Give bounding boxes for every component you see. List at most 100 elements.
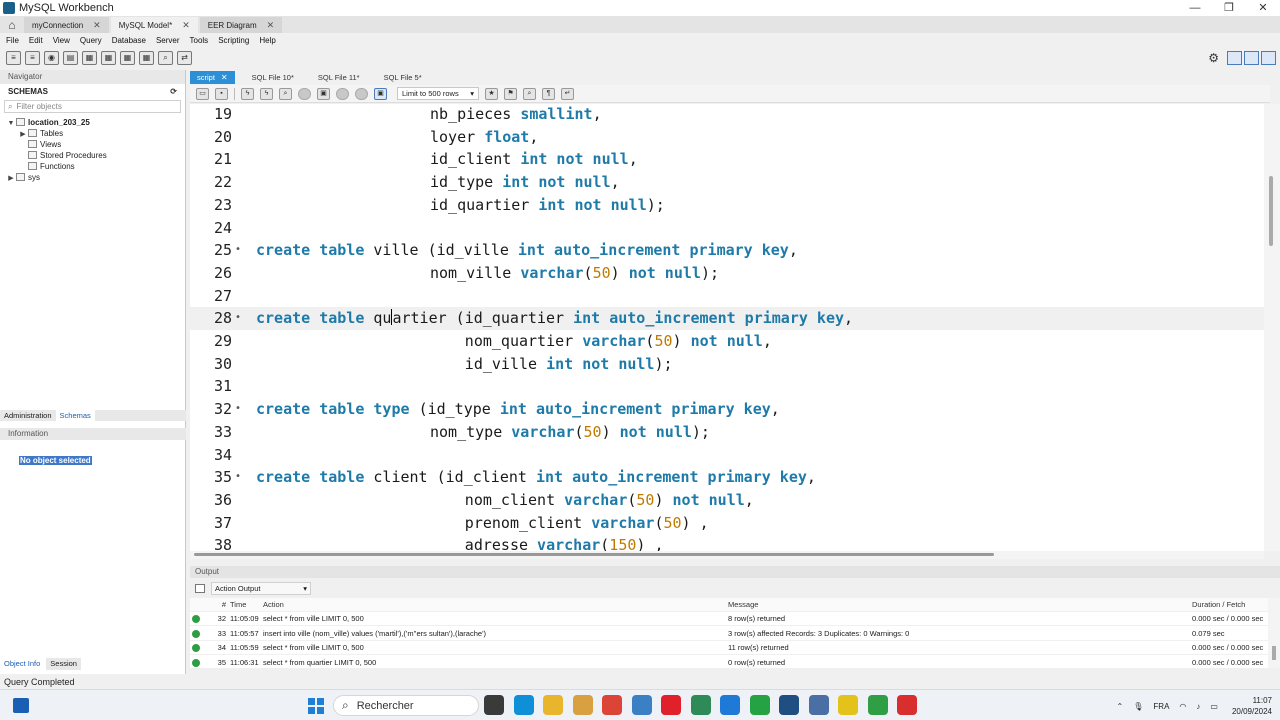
chevron-right-icon[interactable]: ▶ [6, 173, 16, 184]
scroll-thumb[interactable] [1269, 176, 1273, 246]
reconnect-icon[interactable]: ⇄ [177, 51, 192, 65]
code-line[interactable]: 20 loyer float, [190, 126, 1264, 149]
chevron-right-icon[interactable]: ▶ [18, 129, 28, 140]
filter-objects-input[interactable]: ⌕ Filter objects [4, 100, 181, 113]
clock[interactable]: 11:07 20/09/2024 [1232, 695, 1272, 717]
tab-session[interactable]: Session [46, 658, 81, 670]
output-row[interactable]: 34 11:05:59 select * from ville LIMIT 0, 5… [190, 641, 1268, 655]
code-line[interactable]: 37 prenom_client varchar(50) , [190, 512, 1264, 535]
explain-icon[interactable]: ⌕ [279, 87, 292, 100]
open-file-icon[interactable]: ▭ [196, 87, 209, 100]
toggle-secondary-sidebar-icon[interactable] [1261, 51, 1276, 65]
refresh-icon[interactable]: ⟳ [170, 87, 177, 96]
editor-vertical-scrollbar[interactable] [1264, 104, 1280, 551]
taskbar-search-input[interactable]: ⌕ Rechercher [333, 695, 479, 716]
tab-script[interactable]: script ✕ [190, 71, 235, 84]
code-line[interactable]: 24 [190, 217, 1264, 240]
output-row[interactable]: 32 11:05:09 select * from ville LIMIT 0, 5… [190, 612, 1268, 626]
close-icon[interactable]: ✕ [221, 73, 228, 82]
tree-item-sys[interactable]: ▶ sys [0, 172, 185, 183]
create-schema-icon[interactable]: ▤ [63, 51, 78, 65]
language-indicator[interactable]: FRA [1153, 702, 1169, 711]
vscode-icon[interactable] [720, 695, 740, 715]
save-icon[interactable]: ▪ [215, 87, 228, 100]
create-function-icon[interactable]: ▦ [139, 51, 154, 65]
create-table-icon[interactable]: ▦ [82, 51, 97, 65]
wifi-icon[interactable]: ◠ [1179, 702, 1186, 711]
tab-administration[interactable]: Administration [0, 410, 56, 421]
menu-tools[interactable]: Tools [190, 36, 209, 45]
menu-file[interactable]: File [6, 36, 19, 45]
tab-sql-file-11[interactable]: SQL File 11* [311, 71, 367, 84]
toggle-output-icon[interactable] [1244, 51, 1259, 65]
mysql-workbench-icon[interactable] [779, 695, 799, 715]
search-icon[interactable]: ⌕ [523, 87, 536, 100]
code-line[interactable]: 21 id_client int not null, [190, 148, 1264, 171]
tree-item-tables[interactable]: ▶ Tables [0, 128, 185, 139]
search-table-data-icon[interactable]: ⌕ [158, 51, 173, 65]
menu-query[interactable]: Query [80, 36, 102, 45]
battery-icon[interactable]: ▭ [1210, 702, 1218, 711]
chrome-icon[interactable] [602, 695, 622, 715]
tree-item-functions[interactable]: Functions [0, 161, 185, 172]
tab-schemas[interactable]: Schemas [55, 410, 95, 421]
toggle-error-icon[interactable]: ▣ [317, 87, 330, 100]
menu-database[interactable]: Database [112, 36, 146, 45]
code-line[interactable]: 35 • create table client (id_client int au… [190, 466, 1264, 489]
execute-icon[interactable]: ϟ [241, 87, 254, 100]
tab-eer-diagram[interactable]: EER Diagram ✕ [199, 17, 283, 33]
widgets-icon[interactable] [13, 698, 29, 713]
windows-start-icon[interactable] [308, 698, 324, 714]
menu-view[interactable]: View [53, 36, 70, 45]
tree-item-views[interactable]: Views [0, 139, 185, 150]
code-line[interactable]: 36 nom_client varchar(50) not null, [190, 489, 1264, 512]
invisible-chars-icon[interactable]: ¶ [542, 87, 555, 100]
create-procedure-icon[interactable]: ▦ [120, 51, 135, 65]
editor-horizontal-scrollbar[interactable] [190, 551, 1264, 559]
whatsapp-icon[interactable] [749, 695, 770, 715]
recorder-icon[interactable] [897, 695, 917, 715]
edge-icon[interactable] [513, 695, 534, 715]
find-icon[interactable]: ⚑ [504, 87, 517, 100]
minimize-button[interactable]: — [1178, 0, 1212, 16]
tab-object-info[interactable]: Object Info [0, 658, 45, 670]
chevron-down-icon[interactable]: ▼ [6, 118, 16, 129]
camtasia-icon[interactable] [867, 695, 888, 715]
close-window-button[interactable]: ✕ [1246, 0, 1280, 16]
maximize-button[interactable]: ❐ [1212, 0, 1246, 16]
tree-item-location-203-25[interactable]: ▼ location_203_25 [0, 117, 185, 128]
code-line[interactable]: 34 [190, 444, 1264, 467]
output-row[interactable]: 33 11:05:57 insert into ville (nom_ville) … [190, 627, 1268, 641]
output-row[interactable]: 35 11:06:31 select * from quartier LIMIT 0… [190, 656, 1268, 670]
scroll-thumb[interactable] [1272, 646, 1276, 660]
vpn-icon[interactable] [690, 695, 711, 715]
tab-myconnection[interactable]: myConnection ✕ [24, 17, 109, 33]
close-icon[interactable]: ✕ [93, 20, 101, 31]
code-line[interactable]: 30 id_ville int not null); [190, 353, 1264, 376]
code-line[interactable]: 22 id_type int not null, [190, 171, 1264, 194]
code-line[interactable]: 19 nb_pieces smallint, [190, 104, 1264, 126]
output-scrollbar[interactable] [1268, 598, 1280, 668]
explorer-folder-icon[interactable] [543, 695, 563, 715]
fold-marker-icon[interactable]: • [235, 466, 243, 489]
open-inspector-icon[interactable]: ◉ [44, 51, 59, 65]
tab-sql-file-5[interactable]: SQL File 5* [377, 71, 429, 84]
code-line[interactable]: 26 nom_ville varchar(50) not null); [190, 262, 1264, 285]
network-tool-icon[interactable] [808, 695, 829, 715]
stop-icon[interactable] [298, 87, 311, 100]
beautify-icon[interactable]: ★ [485, 87, 498, 100]
limit-rows-select[interactable]: Limit to 500 rows ▾ [397, 87, 479, 100]
sticky-notes-icon[interactable] [838, 695, 858, 715]
menu-server[interactable]: Server [156, 36, 180, 45]
menu-help[interactable]: Help [259, 36, 275, 45]
opera-icon[interactable] [661, 695, 681, 715]
menu-scripting[interactable]: Scripting [218, 36, 249, 45]
menu-edit[interactable]: Edit [29, 36, 43, 45]
toggle-sidebar-icon[interactable] [1227, 51, 1242, 65]
open-sql-script-icon[interactable]: ≡ [25, 51, 40, 65]
fold-marker-icon[interactable]: • [235, 307, 243, 330]
wrap-icon[interactable]: ↵ [561, 87, 574, 100]
output-type-select[interactable]: Action Output ▾ [211, 582, 311, 595]
execute-current-icon[interactable]: ϟ [260, 87, 273, 100]
code-line[interactable]: 32 • create table type (id_type int auto_i… [190, 398, 1264, 421]
